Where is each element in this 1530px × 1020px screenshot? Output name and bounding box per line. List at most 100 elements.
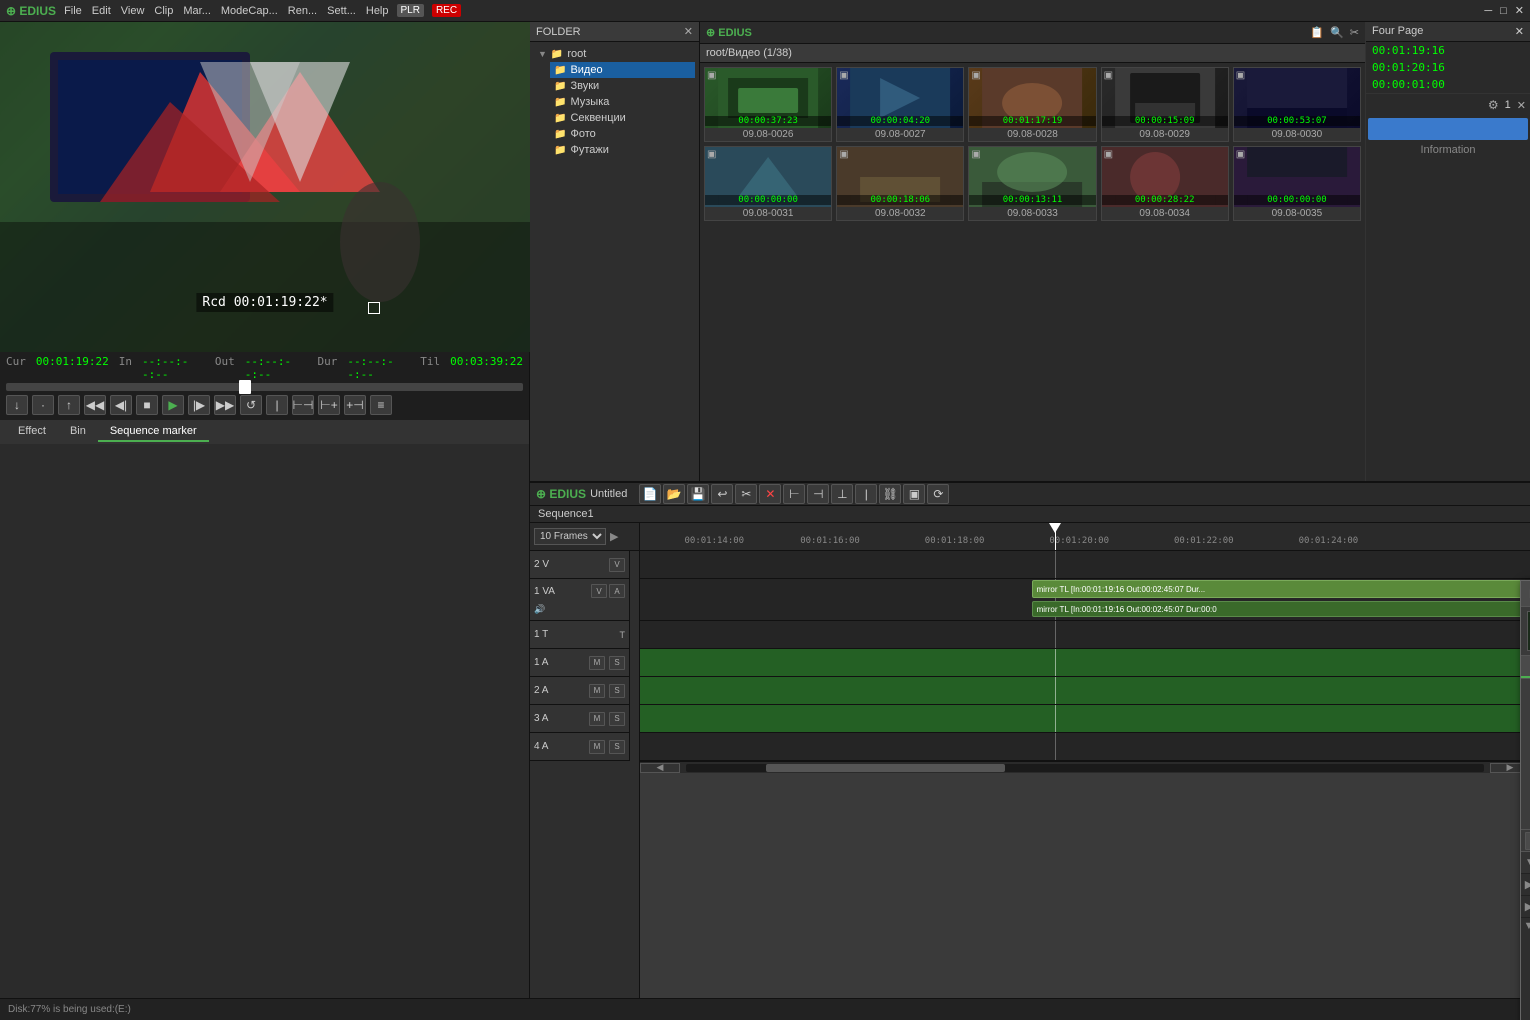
bin-item-0032[interactable]: ▣ 00:00:18:06 09.08-0032 — [836, 146, 964, 221]
tl-cut-btn[interactable]: ✂ — [735, 484, 757, 504]
folder-sequences[interactable]: 📁 Секвенции — [550, 110, 695, 126]
folder-audio[interactable]: 📁 Звуки — [550, 78, 695, 94]
menu-mar[interactable]: Mar... — [183, 5, 211, 17]
bin-item-0028[interactable]: ▣ 00:01:17:19 09.08-0028 — [968, 67, 1096, 142]
bin-toolbar-icon-1[interactable]: 📋 — [1310, 26, 1324, 39]
scrubber-track[interactable] — [6, 383, 523, 391]
bin-item-0033[interactable]: ▣ 00:00:13:11 09.08-0033 — [968, 146, 1096, 221]
tl-new-btn[interactable]: 📄 — [639, 484, 661, 504]
menu-modecap[interactable]: ModeCap... — [221, 5, 278, 17]
bin-item-0035[interactable]: ▣ 00:00:00:00 09.08-0035 — [1233, 146, 1361, 221]
folder-close-btn[interactable]: ✕ — [684, 25, 693, 38]
track-2a-btn1[interactable]: M — [589, 684, 605, 698]
timeline-ruler[interactable]: 00:01:14:00 00:01:16:00 00:01:18:00 00:0… — [640, 523, 1530, 551]
menu-sett[interactable]: Sett... — [327, 5, 356, 17]
scroll-left-btn[interactable]: ◀ — [640, 763, 680, 773]
menu-help[interactable]: Help — [366, 5, 389, 17]
dialog-tab-parameter[interactable]: Parameter — [1521, 656, 1530, 678]
app-logo: ⊕ EDIUS — [6, 4, 56, 18]
info-settings-icon[interactable]: ⚙ — [1488, 98, 1499, 112]
frames-selector[interactable]: 10 Frames — [534, 528, 606, 545]
mark-in-btn[interactable]: ↓ — [6, 395, 28, 415]
track-1a-btn2[interactable]: S — [609, 656, 625, 670]
menu-ren[interactable]: Ren... — [288, 5, 317, 17]
bin-item-0030[interactable]: ▣ 00:00:53:07 09.08-0030 — [1233, 67, 1361, 142]
clip-1va-video[interactable]: mirror TL [In:00:01:19:16 Out:00:02:45:0… — [1032, 580, 1530, 598]
bin-item-0027[interactable]: ▣ 00:00:04:20 09.08-0027 — [836, 67, 964, 142]
track-1a-btn1[interactable]: M — [589, 656, 605, 670]
info-close-btn[interactable]: ✕ — [1515, 25, 1524, 38]
info-close-small-btn[interactable]: ✕ — [1517, 99, 1526, 112]
stop-btn[interactable]: ■ — [136, 395, 158, 415]
track-1va-aud-btn[interactable]: A — [609, 584, 625, 598]
track-2v-vis-btn[interactable]: V — [609, 558, 625, 572]
menu-clip[interactable]: Clip — [154, 5, 173, 17]
track-1t-name: 1 T — [534, 629, 548, 640]
bin-item-0026[interactable]: ▣ 00:00:37:23 09.08-0026 — [704, 67, 832, 142]
tl-ripple-btn[interactable]: ⊢ — [783, 484, 805, 504]
kf-prev-key-btn[interactable]: ⊳ — [1525, 832, 1530, 850]
mark-out-btn[interactable]: ↑ — [58, 395, 80, 415]
maximize-btn[interactable]: □ — [1500, 5, 1507, 17]
bin-item-0029[interactable]: ▣ 00:00:15:09 09.08-0029 — [1101, 67, 1229, 142]
angle-expand-btn[interactable]: ▶ — [1521, 878, 1530, 891]
clip-1va-audio[interactable]: mirror TL [In:00:01:19:16 Out:00:02:45:0… — [1032, 601, 1530, 617]
tl-undo-btn[interactable]: ↩ — [711, 484, 733, 504]
h-scrollbar-thumb[interactable] — [766, 764, 1005, 772]
tl-group-btn[interactable]: ▣ — [903, 484, 925, 504]
folder-root[interactable]: ▼ 📁 root — [534, 46, 695, 62]
track-3a-btn2[interactable]: S — [609, 712, 625, 726]
folder-photo[interactable]: 📁 Фото — [550, 126, 695, 142]
track-2a-btn2[interactable]: S — [609, 684, 625, 698]
radius-expand-btn[interactable]: ▶ — [1521, 900, 1530, 913]
step-back-btn[interactable]: ◀| — [110, 395, 132, 415]
tl-delete-btn[interactable]: ✕ — [759, 484, 781, 504]
tab-effect[interactable]: Effect — [6, 422, 58, 442]
menu-edit[interactable]: Edit — [92, 5, 111, 17]
track-4a-btn2[interactable]: S — [609, 740, 625, 754]
prev-frame-btn[interactable]: · — [32, 395, 54, 415]
tl-insert-btn[interactable]: ⊥ — [831, 484, 853, 504]
in-out-btn[interactable]: ⊢⊣ — [292, 395, 314, 415]
tl-sync-btn[interactable]: ⟳ — [927, 484, 949, 504]
tl-open-btn[interactable]: 📂 — [663, 484, 685, 504]
progress-expand-btn[interactable]: ▼ — [1521, 920, 1530, 932]
loop-btn[interactable]: ↺ — [240, 395, 262, 415]
tab-sequence-marker[interactable]: Sequence marker — [98, 422, 209, 442]
track-1va-vis-btn[interactable]: V — [591, 584, 607, 598]
out-btn[interactable]: +⊣ — [344, 395, 366, 415]
bin-toolbar-icon-3[interactable]: ✂ — [1350, 26, 1359, 39]
track-3a-btn1[interactable]: M — [589, 712, 605, 726]
minimize-btn[interactable]: ─ — [1484, 5, 1492, 17]
in-btn[interactable]: ⊢+ — [318, 395, 340, 415]
track-4a-btn1[interactable]: M — [589, 740, 605, 754]
bin-toolbar-icon-2[interactable]: 🔍 — [1330, 26, 1344, 39]
play-btn[interactable]: ▶ — [162, 395, 184, 415]
tl-link-btn[interactable]: ⛓ — [879, 484, 901, 504]
folder-footage[interactable]: 📁 Футажи — [550, 142, 695, 158]
menu-view[interactable]: View — [121, 5, 145, 17]
h-scrollbar-track[interactable] — [686, 764, 1484, 772]
frames-arrow[interactable]: ▶ — [610, 530, 618, 543]
param-group-expand-icon[interactable]: ▼ — [1525, 857, 1530, 868]
fast-forward-btn[interactable]: ▶▶ — [214, 395, 236, 415]
rewind-btn[interactable]: ◀◀ — [84, 395, 106, 415]
split-btn[interactable]: | — [266, 395, 288, 415]
tl-overwrite-btn[interactable]: ⊣ — [807, 484, 829, 504]
track-2v-name: 2 V — [534, 559, 549, 570]
settings-btn[interactable]: ≡ — [370, 395, 392, 415]
tl-save-btn[interactable]: 💾 — [687, 484, 709, 504]
timeline-h-scrollbar[interactable]: ◀ ▶ — [640, 761, 1530, 773]
scrubber[interactable] — [6, 383, 523, 391]
track-audio-icon: 🔊 — [534, 604, 545, 615]
tl-snap-btn[interactable]: | — [855, 484, 877, 504]
close-btn[interactable]: ✕ — [1515, 4, 1524, 17]
bin-item-0034[interactable]: ▣ 00:00:28:22 09.08-0034 — [1101, 146, 1229, 221]
folder-music[interactable]: 📁 Музыка — [550, 94, 695, 110]
bin-item-0031[interactable]: ▣ 00:00:00:00 09.08-0031 — [704, 146, 832, 221]
folder-video[interactable]: 📁 Видео — [550, 62, 695, 78]
step-forward-btn[interactable]: |▶ — [188, 395, 210, 415]
scrubber-thumb[interactable] — [239, 380, 251, 394]
tab-bin[interactable]: Bin — [58, 422, 98, 442]
menu-file[interactable]: File — [64, 5, 82, 17]
